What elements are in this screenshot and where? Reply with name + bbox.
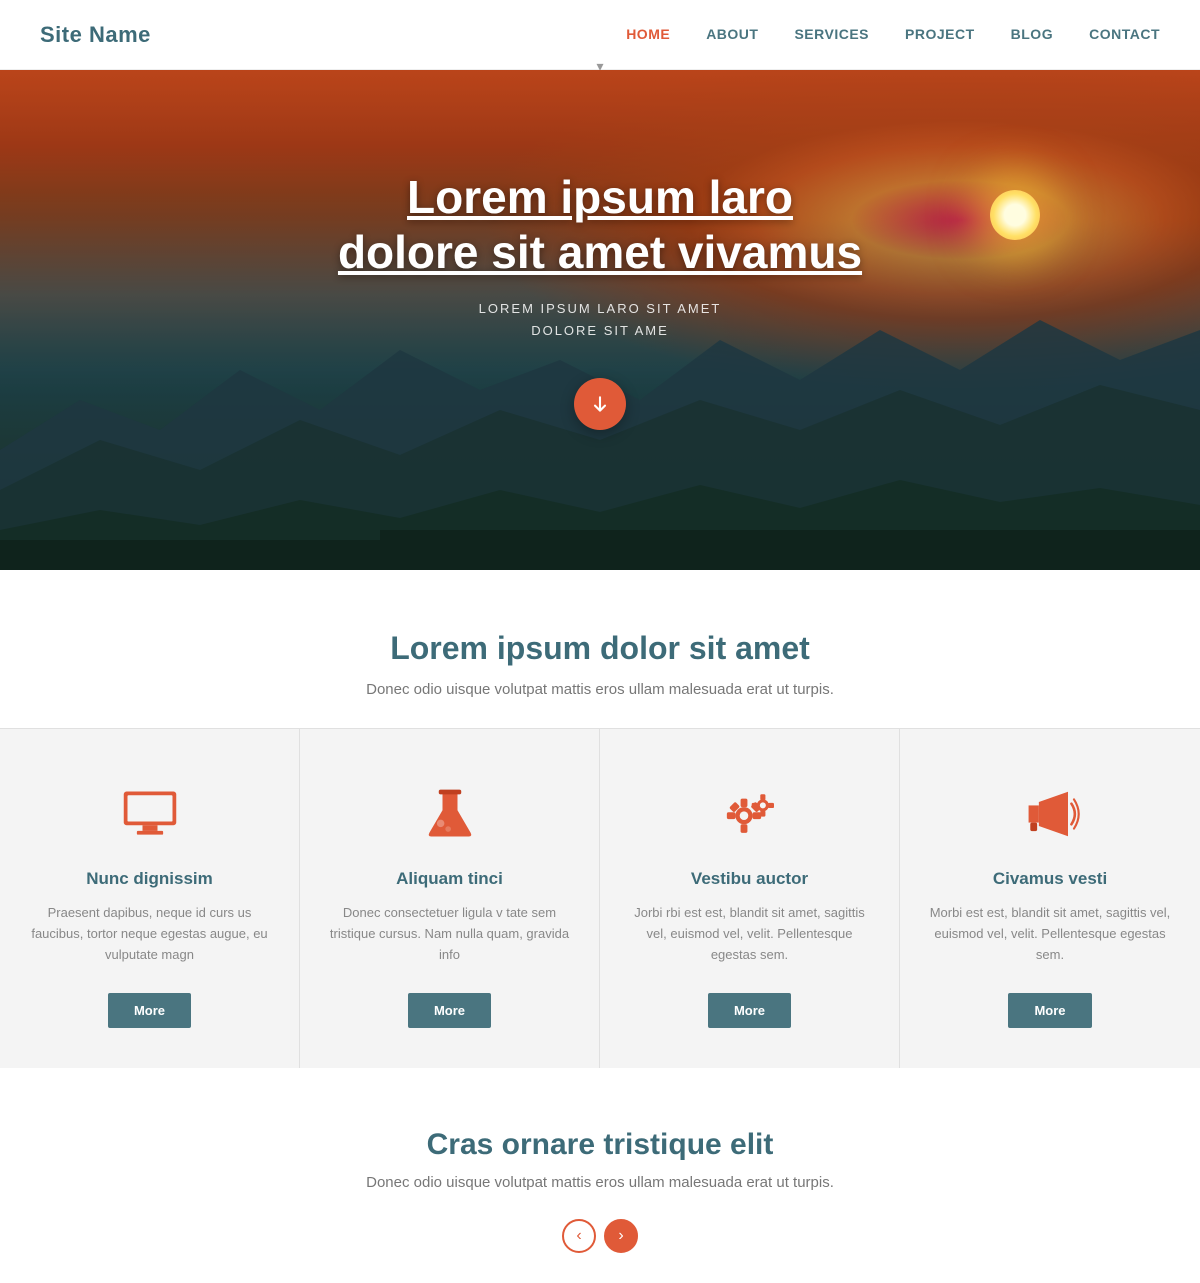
card-4-body: Morbi est est, blandit sit amet, sagitti… bbox=[928, 903, 1172, 965]
carousel-controls: ‹ › bbox=[40, 1219, 1160, 1253]
nav-home[interactable]: HOME bbox=[626, 26, 670, 42]
nav-contact[interactable]: CONTACT bbox=[1089, 26, 1160, 42]
card-2-title: Aliquam tinci bbox=[328, 869, 571, 889]
card-3-body: Jorbi rbi est est, blandit sit amet, sag… bbox=[628, 903, 871, 965]
card-1: Nunc dignissim Praesent dapibus, neque i… bbox=[0, 729, 300, 1068]
card-4: Civamus vesti Morbi est est, blandit sit… bbox=[900, 729, 1200, 1068]
hero-content: Lorem ipsum laro dolore sit amet vivamus… bbox=[338, 170, 862, 431]
nav-about[interactable]: ABOUT bbox=[706, 26, 758, 42]
hero-sun bbox=[990, 190, 1040, 240]
megaphone-icon bbox=[928, 779, 1172, 849]
hero-scroll-button[interactable] bbox=[574, 378, 626, 430]
intro-heading: Lorem ipsum dolor sit amet bbox=[40, 630, 1160, 667]
card-2-button[interactable]: More bbox=[408, 993, 491, 1028]
carousel-prev-button[interactable]: ‹ bbox=[562, 1219, 596, 1253]
card-4-button[interactable]: More bbox=[1008, 993, 1091, 1028]
card-1-title: Nunc dignissim bbox=[28, 869, 271, 889]
nav-services[interactable]: SERVICES bbox=[794, 26, 869, 42]
cards-section: Nunc dignissim Praesent dapibus, neque i… bbox=[0, 728, 1200, 1068]
card-3: Vestibu auctor Jorbi rbi est est, blandi… bbox=[600, 729, 900, 1068]
site-name: Site Name bbox=[40, 22, 151, 48]
navbar: Site Name HOME ABOUT SERVICES PROJECT BL… bbox=[0, 0, 1200, 70]
monitor-icon bbox=[28, 779, 271, 849]
hero-subtitle: LOREM IPSUM LARO SIT AMET DOLORE SIT AME bbox=[338, 298, 862, 342]
card-4-title: Civamus vesti bbox=[928, 869, 1172, 889]
carousel-next-button[interactable]: › bbox=[604, 1219, 638, 1253]
card-2-body: Donec consectetuer ligula v tate sem tri… bbox=[328, 903, 571, 965]
hero-title: Lorem ipsum laro dolore sit amet vivamus bbox=[338, 170, 862, 280]
intro-body: Donec odio uisque volutpat mattis eros u… bbox=[300, 681, 900, 698]
bottom-heading: Cras ornare tristique elit bbox=[40, 1128, 1160, 1162]
nav-blog[interactable]: BLOG bbox=[1011, 26, 1053, 42]
card-1-button[interactable]: More bbox=[108, 993, 191, 1028]
gears-icon bbox=[628, 779, 871, 849]
section-bottom: Cras ornare tristique elit Donec odio ui… bbox=[0, 1068, 1200, 1283]
card-2: Aliquam tinci Donec consectetuer ligula … bbox=[300, 729, 600, 1068]
card-3-title: Vestibu auctor bbox=[628, 869, 871, 889]
bottom-body: Donec odio uisque volutpat mattis eros u… bbox=[300, 1174, 900, 1191]
hero-section: Lorem ipsum laro dolore sit amet vivamus… bbox=[0, 70, 1200, 570]
nav-links: HOME ABOUT SERVICES PROJECT BLOG CONTACT bbox=[626, 26, 1160, 44]
nav-project[interactable]: PROJECT bbox=[905, 26, 975, 42]
card-1-body: Praesent dapibus, neque id curs us fauci… bbox=[28, 903, 271, 965]
section-intro: Lorem ipsum dolor sit amet Donec odio ui… bbox=[0, 570, 1200, 728]
card-3-button[interactable]: More bbox=[708, 993, 791, 1028]
flask-icon bbox=[328, 779, 571, 849]
